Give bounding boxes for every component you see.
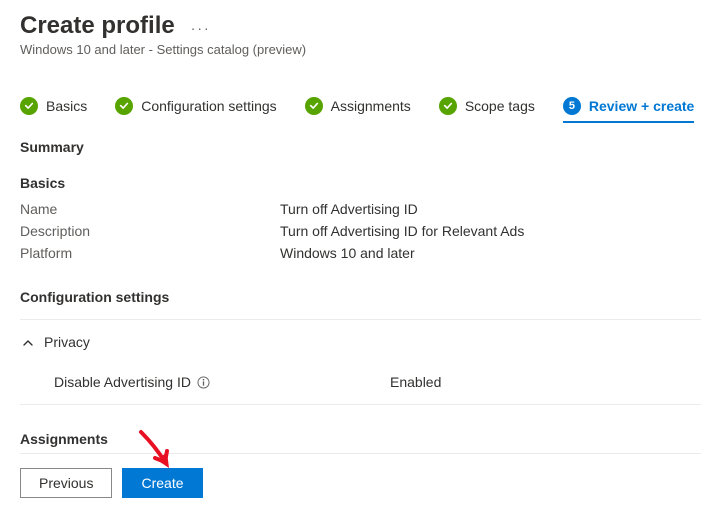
field-value: Turn off Advertising ID for Relevant Ads bbox=[280, 223, 524, 239]
assignments-heading: Assignments bbox=[20, 431, 701, 447]
step-label: Review + create bbox=[589, 98, 694, 114]
summary-heading: Summary bbox=[20, 139, 701, 155]
page-subtitle: Windows 10 and later - Settings catalog … bbox=[20, 42, 701, 57]
basics-heading: Basics bbox=[20, 175, 701, 191]
field-label: Platform bbox=[20, 245, 280, 261]
basics-row-name: Name Turn off Advertising ID bbox=[20, 201, 701, 217]
step-configuration-settings[interactable]: Configuration settings bbox=[115, 97, 276, 115]
more-actions-icon[interactable]: ··· bbox=[191, 20, 211, 36]
previous-button[interactable]: Previous bbox=[20, 468, 112, 498]
settings-group-label: Privacy bbox=[44, 334, 90, 350]
check-icon bbox=[115, 97, 133, 115]
check-icon bbox=[305, 97, 323, 115]
setting-row: Disable Advertising ID Enabled bbox=[20, 364, 701, 405]
setting-value: Enabled bbox=[390, 374, 441, 390]
step-review-create[interactable]: 5 Review + create bbox=[563, 97, 694, 123]
step-label: Scope tags bbox=[465, 98, 535, 114]
setting-name-label: Disable Advertising ID bbox=[54, 374, 191, 390]
step-label: Configuration settings bbox=[141, 98, 276, 114]
step-label: Assignments bbox=[331, 98, 411, 114]
basics-row-description: Description Turn off Advertising ID for … bbox=[20, 223, 701, 239]
field-label: Description bbox=[20, 223, 280, 239]
check-icon bbox=[20, 97, 38, 115]
wizard-stepper: Basics Configuration settings Assignment… bbox=[20, 97, 701, 115]
info-icon[interactable] bbox=[197, 376, 210, 389]
config-settings-heading: Configuration settings bbox=[20, 289, 701, 305]
step-basics[interactable]: Basics bbox=[20, 97, 87, 115]
step-assignments[interactable]: Assignments bbox=[305, 97, 411, 115]
page-title: Create profile bbox=[20, 12, 175, 40]
field-label: Name bbox=[20, 201, 280, 217]
check-icon bbox=[439, 97, 457, 115]
field-value: Turn off Advertising ID bbox=[280, 201, 418, 217]
divider bbox=[20, 453, 701, 454]
chevron-up-icon bbox=[22, 336, 34, 348]
settings-group-privacy[interactable]: Privacy bbox=[20, 320, 701, 364]
wizard-footer: Previous Create bbox=[20, 468, 701, 498]
field-value: Windows 10 and later bbox=[280, 245, 415, 261]
step-label: Basics bbox=[46, 98, 87, 114]
step-scope-tags[interactable]: Scope tags bbox=[439, 97, 535, 115]
basics-row-platform: Platform Windows 10 and later bbox=[20, 245, 701, 261]
step-number-badge: 5 bbox=[563, 97, 581, 115]
create-button[interactable]: Create bbox=[122, 468, 202, 498]
